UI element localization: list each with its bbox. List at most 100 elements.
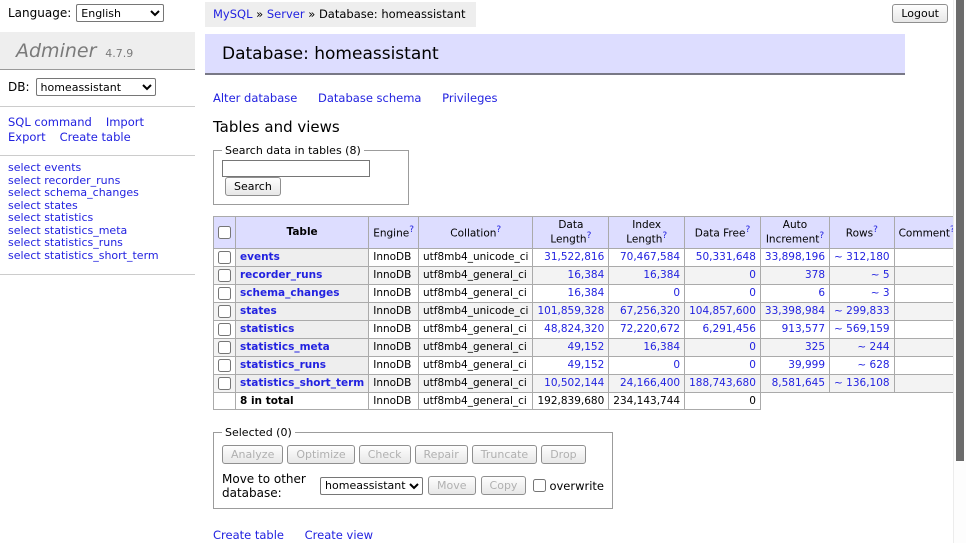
row-checkbox-statistics_meta[interactable] xyxy=(218,341,231,354)
data-length-link-statistics_short_term[interactable]: 10,502,144 xyxy=(544,377,604,389)
auto-increment-link-recorder_runs[interactable]: 378 xyxy=(805,269,825,281)
auto-increment-link-statistics_short_term[interactable]: 8,581,645 xyxy=(772,377,825,389)
select-link-statistics[interactable]: select xyxy=(8,211,41,224)
data-free-link-recorder_runs[interactable]: 0 xyxy=(749,269,756,281)
app-version[interactable]: 4.7.9 xyxy=(105,47,133,60)
index-length-link-events[interactable]: 70,467,584 xyxy=(620,251,680,263)
table-link-statistics_short_term[interactable]: statistics_short_term xyxy=(240,377,364,389)
row-checkbox-schema_changes[interactable] xyxy=(218,287,231,300)
index-length-link-schema_changes[interactable]: 0 xyxy=(673,287,680,299)
help-link-engine[interactable]: ? xyxy=(409,225,414,235)
language-select[interactable]: English xyxy=(76,4,164,22)
data-free-link-statistics_short_term[interactable]: 188,743,680 xyxy=(689,377,756,389)
scrollbar[interactable] xyxy=(953,0,966,543)
drop-button[interactable]: Drop xyxy=(541,445,585,464)
create-table-link[interactable]: Create table xyxy=(213,528,284,542)
sidebar-table-link-statistics[interactable]: statistics xyxy=(44,211,93,224)
row-checkbox-statistics[interactable] xyxy=(218,323,231,336)
table-link-events[interactable]: events xyxy=(240,251,280,263)
rows-link-schema_changes[interactable]: ~ 3 xyxy=(871,287,890,299)
index-length-link-recorder_runs[interactable]: 16,384 xyxy=(643,269,680,281)
sidebar-table-link-schema_changes[interactable]: schema_changes xyxy=(44,186,139,199)
optimize-button[interactable]: Optimize xyxy=(287,445,354,464)
sidebar-table-link-statistics_short_term[interactable]: statistics_short_term xyxy=(44,249,158,262)
data-length-link-statistics[interactable]: 48,824,320 xyxy=(544,323,604,335)
auto-increment-link-schema_changes[interactable]: 6 xyxy=(818,287,825,299)
sidebar-table-link-statistics_runs[interactable]: statistics_runs xyxy=(44,236,123,249)
breadcrumb-mysql-link[interactable]: MySQL xyxy=(213,7,253,21)
auto-increment-link-statistics_meta[interactable]: 325 xyxy=(805,341,825,353)
alter-database-link[interactable]: Alter database xyxy=(213,91,297,105)
sidebar-table-link-recorder_runs[interactable]: recorder_runs xyxy=(44,174,120,187)
index-length-link-statistics_runs[interactable]: 0 xyxy=(673,359,680,371)
privileges-link[interactable]: Privileges xyxy=(442,91,497,105)
sidebar-table-link-states[interactable]: states xyxy=(44,199,78,212)
select-link-recorder_runs[interactable]: select xyxy=(8,174,41,187)
data-length-link-events[interactable]: 31,522,816 xyxy=(544,251,604,263)
sql-command-link[interactable]: SQL command xyxy=(8,115,92,129)
scrollbar-thumb[interactable] xyxy=(956,0,964,461)
index-length-link-statistics[interactable]: 72,220,672 xyxy=(620,323,680,335)
table-link-statistics_meta[interactable]: statistics_meta xyxy=(240,341,330,353)
data-free-link-statistics[interactable]: 6,291,456 xyxy=(702,323,755,335)
data-length-link-recorder_runs[interactable]: 16,384 xyxy=(568,269,605,281)
export-link[interactable]: Export xyxy=(8,130,46,144)
data-free-link-statistics_runs[interactable]: 0 xyxy=(749,359,756,371)
row-checkbox-statistics_short_term[interactable] xyxy=(218,377,231,390)
rows-link-statistics_runs[interactable]: ~ 628 xyxy=(857,359,889,371)
rows-link-states[interactable]: ~ 299,833 xyxy=(834,305,890,317)
select-link-events[interactable]: select xyxy=(8,161,41,174)
table-link-statistics_runs[interactable]: statistics_runs xyxy=(240,359,326,371)
data-length-link-statistics_runs[interactable]: 49,152 xyxy=(568,359,605,371)
row-checkbox-recorder_runs[interactable] xyxy=(218,269,231,282)
data-length-link-statistics_meta[interactable]: 49,152 xyxy=(568,341,605,353)
move-button[interactable]: Move xyxy=(428,476,476,495)
rows-link-statistics_meta[interactable]: ~ 244 xyxy=(857,341,889,353)
select-all-checkbox[interactable] xyxy=(218,226,231,239)
select-link-statistics_short_term[interactable]: select xyxy=(8,249,41,262)
copy-button[interactable]: Copy xyxy=(481,476,527,495)
index-length-link-statistics_meta[interactable]: 16,384 xyxy=(643,341,680,353)
import-link[interactable]: Import xyxy=(106,115,144,129)
select-link-statistics_meta[interactable]: select xyxy=(8,224,41,237)
check-button[interactable]: Check xyxy=(359,445,411,464)
help-link-index-length[interactable]: ? xyxy=(662,231,667,241)
db-select[interactable]: homeassistant xyxy=(36,78,156,96)
repair-button[interactable]: Repair xyxy=(415,445,468,464)
data-free-link-states[interactable]: 104,857,600 xyxy=(689,305,756,317)
help-link-rows[interactable]: ? xyxy=(873,225,878,235)
help-link-data-length[interactable]: ? xyxy=(587,231,592,241)
truncate-button[interactable]: Truncate xyxy=(472,445,537,464)
table-link-statistics[interactable]: statistics xyxy=(240,323,294,335)
move-db-select[interactable]: homeassistant xyxy=(320,477,423,495)
search-input[interactable] xyxy=(222,160,370,177)
create-view-link[interactable]: Create view xyxy=(305,528,373,542)
analyze-button[interactable]: Analyze xyxy=(222,445,283,464)
auto-increment-link-statistics_runs[interactable]: 39,999 xyxy=(788,359,825,371)
row-checkbox-statistics_runs[interactable] xyxy=(218,359,231,372)
sidebar-table-link-events[interactable]: events xyxy=(44,161,81,174)
data-length-link-states[interactable]: 101,859,328 xyxy=(537,305,604,317)
row-checkbox-events[interactable] xyxy=(218,251,231,264)
data-free-link-events[interactable]: 50,331,648 xyxy=(696,251,756,263)
auto-increment-link-states[interactable]: 33,398,984 xyxy=(765,305,825,317)
data-free-link-schema_changes[interactable]: 0 xyxy=(749,287,756,299)
sidebar-table-link-statistics_meta[interactable]: statistics_meta xyxy=(44,224,127,237)
create-table-link-sidebar[interactable]: Create table xyxy=(60,130,131,144)
index-length-link-statistics_short_term[interactable]: 24,166,400 xyxy=(620,377,680,389)
data-free-link-statistics_meta[interactable]: 0 xyxy=(749,341,756,353)
help-link-collation[interactable]: ? xyxy=(496,225,501,235)
table-link-recorder_runs[interactable]: recorder_runs xyxy=(240,269,322,281)
help-link-auto-increment[interactable]: ? xyxy=(819,231,824,241)
select-link-states[interactable]: select xyxy=(8,199,41,212)
auto-increment-link-events[interactable]: 33,898,196 xyxy=(765,251,825,263)
row-checkbox-states[interactable] xyxy=(218,305,231,318)
overwrite-checkbox[interactable] xyxy=(533,479,546,492)
breadcrumb-server-link[interactable]: Server xyxy=(267,7,305,21)
table-link-schema_changes[interactable]: schema_changes xyxy=(240,287,340,299)
table-link-states[interactable]: states xyxy=(240,305,277,317)
help-link-data-free[interactable]: ? xyxy=(745,225,750,235)
rows-link-events[interactable]: ~ 312,180 xyxy=(834,251,890,263)
select-link-schema_changes[interactable]: select xyxy=(8,186,41,199)
select-link-statistics_runs[interactable]: select xyxy=(8,236,41,249)
